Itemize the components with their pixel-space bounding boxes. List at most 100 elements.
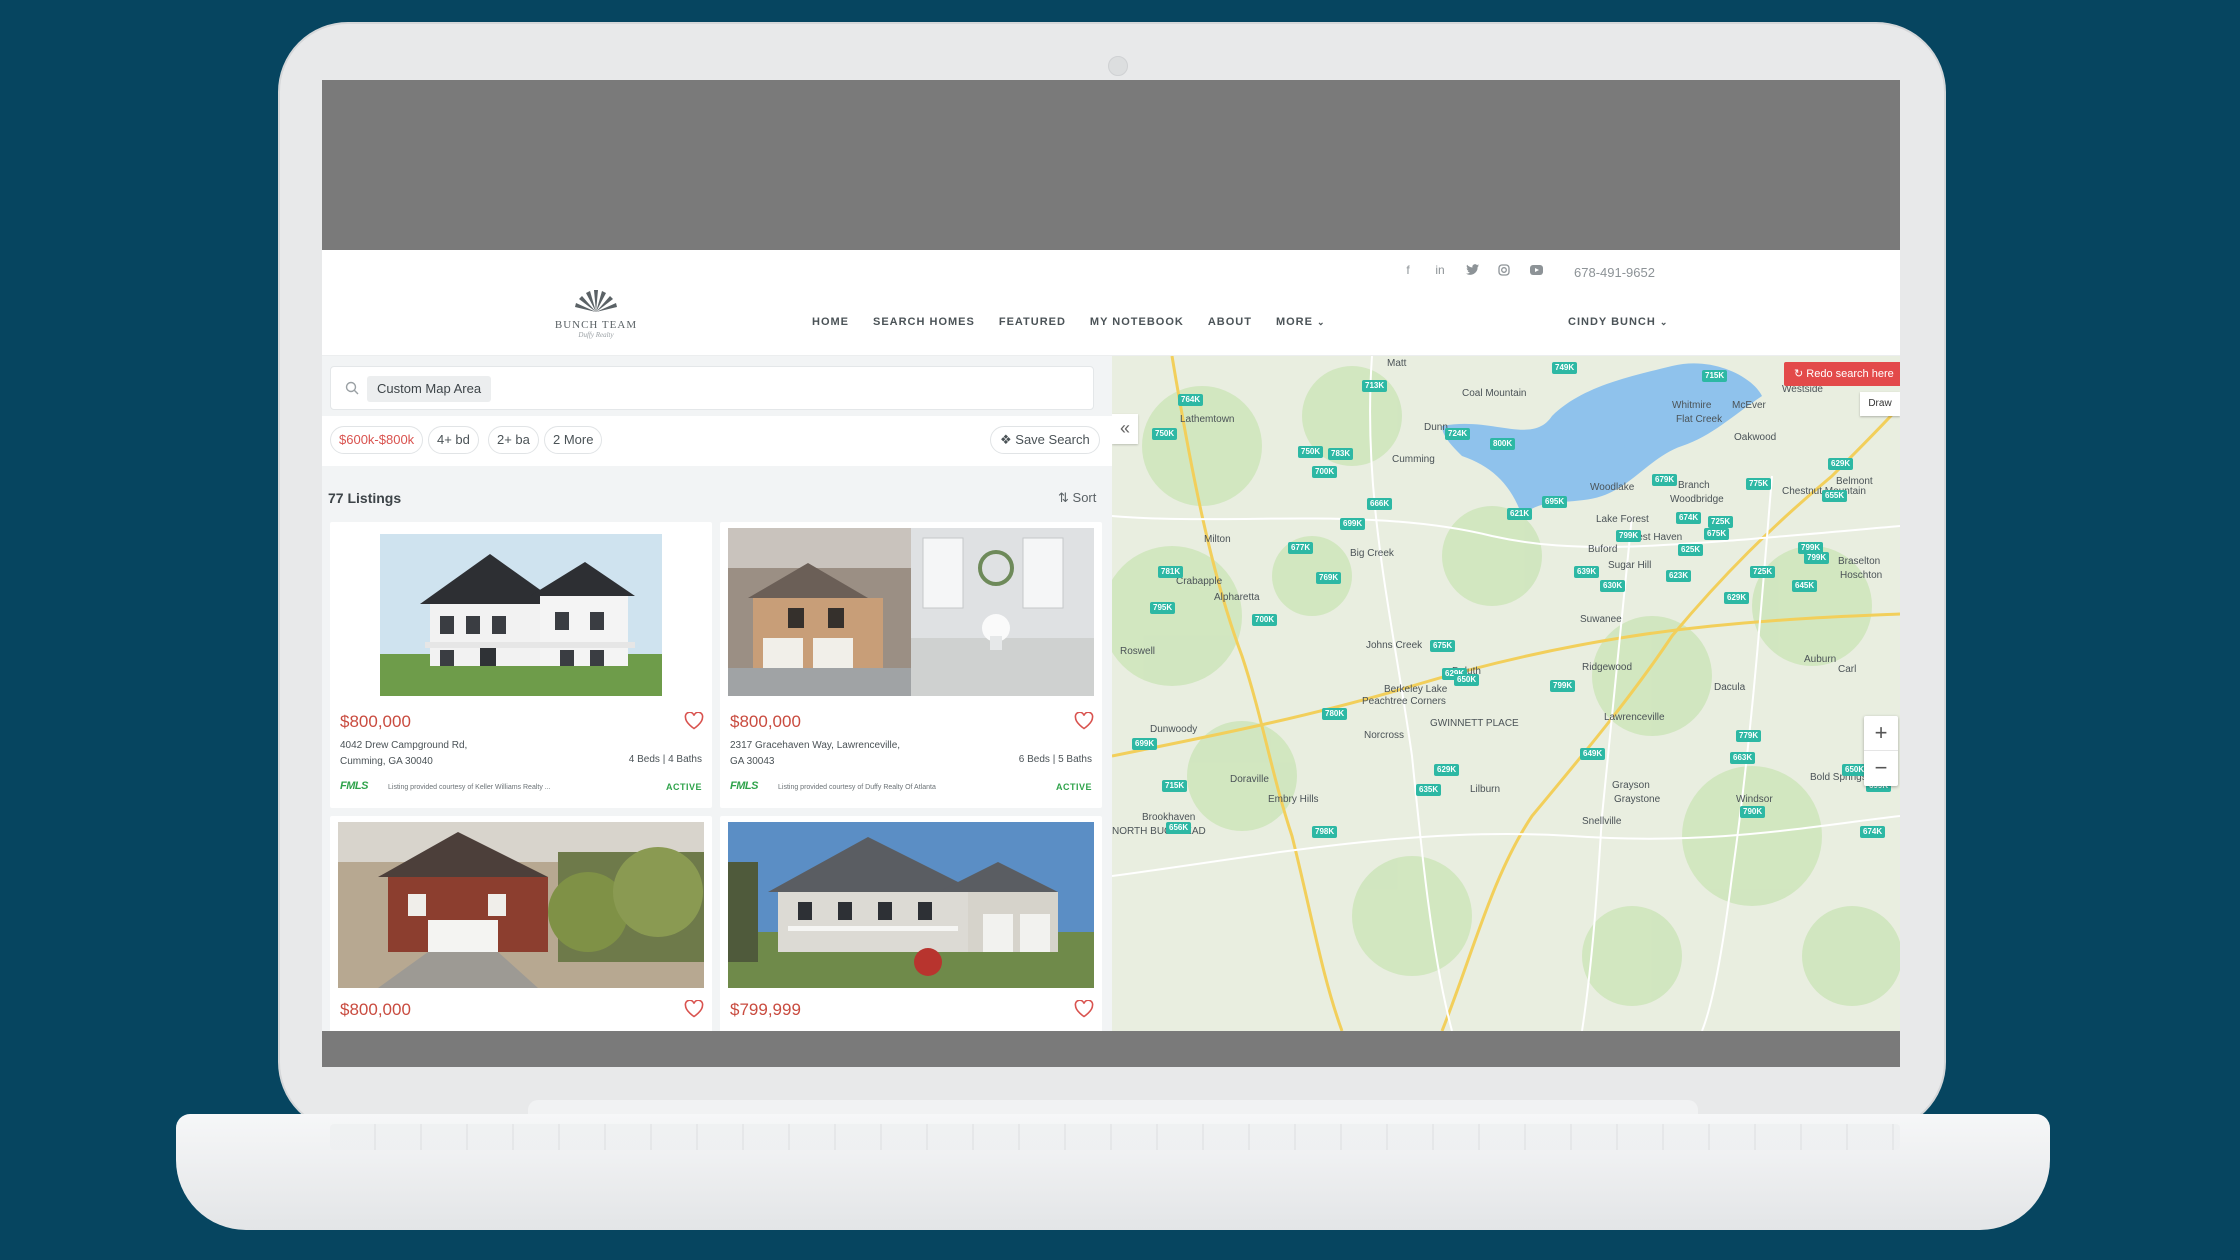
map-price-pin[interactable]: 783K (1328, 448, 1354, 460)
search-chip-custom-map-area[interactable]: Custom Map Area (367, 376, 492, 402)
map-place-label: Ridgewood (1582, 662, 1633, 673)
map-view[interactable]: Matt Coal Mountain Whitmire McEver Flat Cree… (1112, 356, 1900, 1031)
map-price-pin[interactable]: 769K (1316, 572, 1342, 584)
nav-more[interactable]: MORE ⌄ (1276, 316, 1326, 328)
redo-search-button[interactable]: ↻ Redo search here (1784, 362, 1900, 386)
map-price-pin[interactable]: 625K (1678, 544, 1704, 556)
save-search-label: Save Search (1015, 432, 1090, 447)
map-price-pin[interactable]: 650K (1454, 674, 1480, 686)
map-price-pin[interactable]: 799K (1550, 680, 1576, 692)
listing-card[interactable]: $800,000 (330, 816, 712, 1031)
listing-card[interactable]: $800,000 2317 Gracehaven Way, Lawrencevi… (720, 522, 1102, 808)
map-price-pin[interactable]: 649K (1580, 748, 1606, 760)
map-price-pin[interactable]: 725K (1708, 516, 1734, 528)
map-place-label: Grayson (1612, 780, 1650, 791)
sort-button[interactable]: ⇅ Sort (1058, 490, 1096, 506)
map-price-pin[interactable]: 675K (1430, 640, 1456, 652)
map-place-label: Woodbridge (1670, 494, 1724, 505)
screen-bottom-band (322, 1031, 1900, 1067)
map-price-pin[interactable]: 700K (1312, 466, 1338, 478)
favorite-heart-icon[interactable] (1074, 1000, 1094, 1018)
map-price-pin[interactable]: 798K (1312, 826, 1338, 838)
listing-photo[interactable] (338, 822, 704, 988)
map-price-pin[interactable]: 663K (1730, 752, 1756, 764)
map-price-pin[interactable]: 629K (1828, 458, 1854, 470)
favorite-heart-icon[interactable] (684, 712, 704, 730)
map-price-pin[interactable]: 629K (1724, 592, 1750, 604)
map-price-pin[interactable]: 715K (1162, 780, 1188, 792)
youtube-icon[interactable] (1528, 262, 1544, 278)
nav-my-notebook[interactable]: MY NOTEBOOK (1090, 316, 1184, 328)
zoom-in-button[interactable]: + (1864, 716, 1898, 751)
map-price-pin[interactable]: 799K (1616, 530, 1642, 542)
favorite-heart-icon[interactable] (1074, 712, 1094, 730)
phone-number[interactable]: 678-491-9652 (1574, 265, 1655, 280)
map-price-pin[interactable]: 713K (1362, 380, 1388, 392)
facebook-icon[interactable]: f (1400, 262, 1416, 278)
map-price-pin[interactable]: 780K (1322, 708, 1348, 720)
map-price-pin[interactable]: 800K (1490, 438, 1516, 450)
map-price-pin[interactable]: 700K (1252, 614, 1278, 626)
listing-photo[interactable] (380, 534, 662, 696)
user-menu[interactable]: CINDY BUNCH ⌄ (1568, 316, 1668, 328)
listing-card[interactable]: $800,000 4042 Drew Campground Rd, Cummin… (330, 522, 712, 808)
collapse-panel-button[interactable]: « (1112, 414, 1138, 444)
baths-filter[interactable]: 2+ ba (488, 426, 539, 454)
map-price-pin[interactable]: 629K (1434, 764, 1460, 776)
map-price-pin[interactable]: 677K (1288, 542, 1314, 554)
map-price-pin[interactable]: 639K (1574, 566, 1600, 578)
map-price-pin[interactable]: 623K (1666, 570, 1692, 582)
map-price-pin[interactable]: 645K (1792, 580, 1818, 592)
map-price-pin[interactable]: 779K (1736, 730, 1762, 742)
map-price-pin[interactable]: 749K (1552, 362, 1578, 374)
listing-photo[interactable] (728, 822, 1094, 988)
map-price-pin[interactable]: 674K (1676, 512, 1702, 524)
nav-search-homes[interactable]: SEARCH HOMES (873, 316, 975, 328)
map-price-pin[interactable]: 750K (1152, 428, 1178, 440)
map-price-pin[interactable]: 781K (1158, 566, 1184, 578)
listing-card[interactable]: $799,999 (720, 816, 1102, 1031)
map-price-pin[interactable]: 725K (1750, 566, 1776, 578)
map-price-pin[interactable]: 775K (1746, 478, 1772, 490)
listing-photo[interactable] (728, 528, 1094, 696)
map-price-pin[interactable]: 750K (1298, 446, 1324, 458)
map-price-pin[interactable]: 666K (1367, 498, 1393, 510)
nav-home[interactable]: HOME (812, 316, 849, 328)
price-filter[interactable]: $600k-$800k (330, 426, 424, 454)
listings-panel: Custom Map Area $600k-$800k 4+ bd 2+ ba … (322, 356, 1112, 1031)
map-price-pin[interactable]: 630K (1600, 580, 1626, 592)
save-search-button[interactable]: ❖ Save Search (990, 426, 1100, 454)
nav-about[interactable]: ABOUT (1208, 316, 1252, 328)
zoom-out-button[interactable]: − (1864, 751, 1898, 786)
linkedin-icon[interactable]: in (1432, 262, 1448, 278)
map-price-pin[interactable]: 656K (1166, 822, 1192, 834)
map-price-pin[interactable]: 621K (1507, 508, 1533, 520)
map-price-pin[interactable]: 764K (1178, 394, 1204, 406)
map-price-pin[interactable]: 724K (1445, 428, 1471, 440)
twitter-icon[interactable] (1464, 262, 1480, 278)
map-place-label: Roswell (1120, 646, 1156, 657)
map-price-pin[interactable]: 635K (1416, 784, 1442, 796)
listing-price: $799,999 (730, 1000, 801, 1019)
map-price-pin[interactable]: 674K (1860, 826, 1886, 838)
map-place-label: Lathemtown (1180, 414, 1235, 425)
site-logo[interactable]: BUNCH TEAM Duffy Realty (552, 288, 640, 342)
nav-featured[interactable]: FEATURED (999, 316, 1066, 328)
search-bar[interactable]: Custom Map Area (330, 366, 1094, 410)
map-price-pin[interactable]: 655K (1822, 490, 1848, 502)
map-price-pin[interactable]: 699K (1132, 738, 1158, 750)
map-price-pin[interactable]: 675K (1704, 528, 1730, 540)
map-place-label: Johns Creek (1366, 640, 1423, 651)
map-price-pin[interactable]: 799K (1804, 552, 1830, 564)
map-price-pin[interactable]: 679K (1652, 474, 1678, 486)
draw-button[interactable]: Draw (1860, 392, 1900, 416)
map-price-pin[interactable]: 699K (1340, 518, 1366, 530)
map-price-pin[interactable]: 715K (1702, 370, 1728, 382)
instagram-icon[interactable] (1496, 262, 1512, 278)
map-price-pin[interactable]: 795K (1150, 602, 1176, 614)
favorite-heart-icon[interactable] (684, 1000, 704, 1018)
map-price-pin[interactable]: 695K (1542, 496, 1568, 508)
more-filters[interactable]: 2 More (544, 426, 603, 454)
map-price-pin[interactable]: 790K (1740, 806, 1766, 818)
beds-filter[interactable]: 4+ bd (428, 426, 479, 454)
